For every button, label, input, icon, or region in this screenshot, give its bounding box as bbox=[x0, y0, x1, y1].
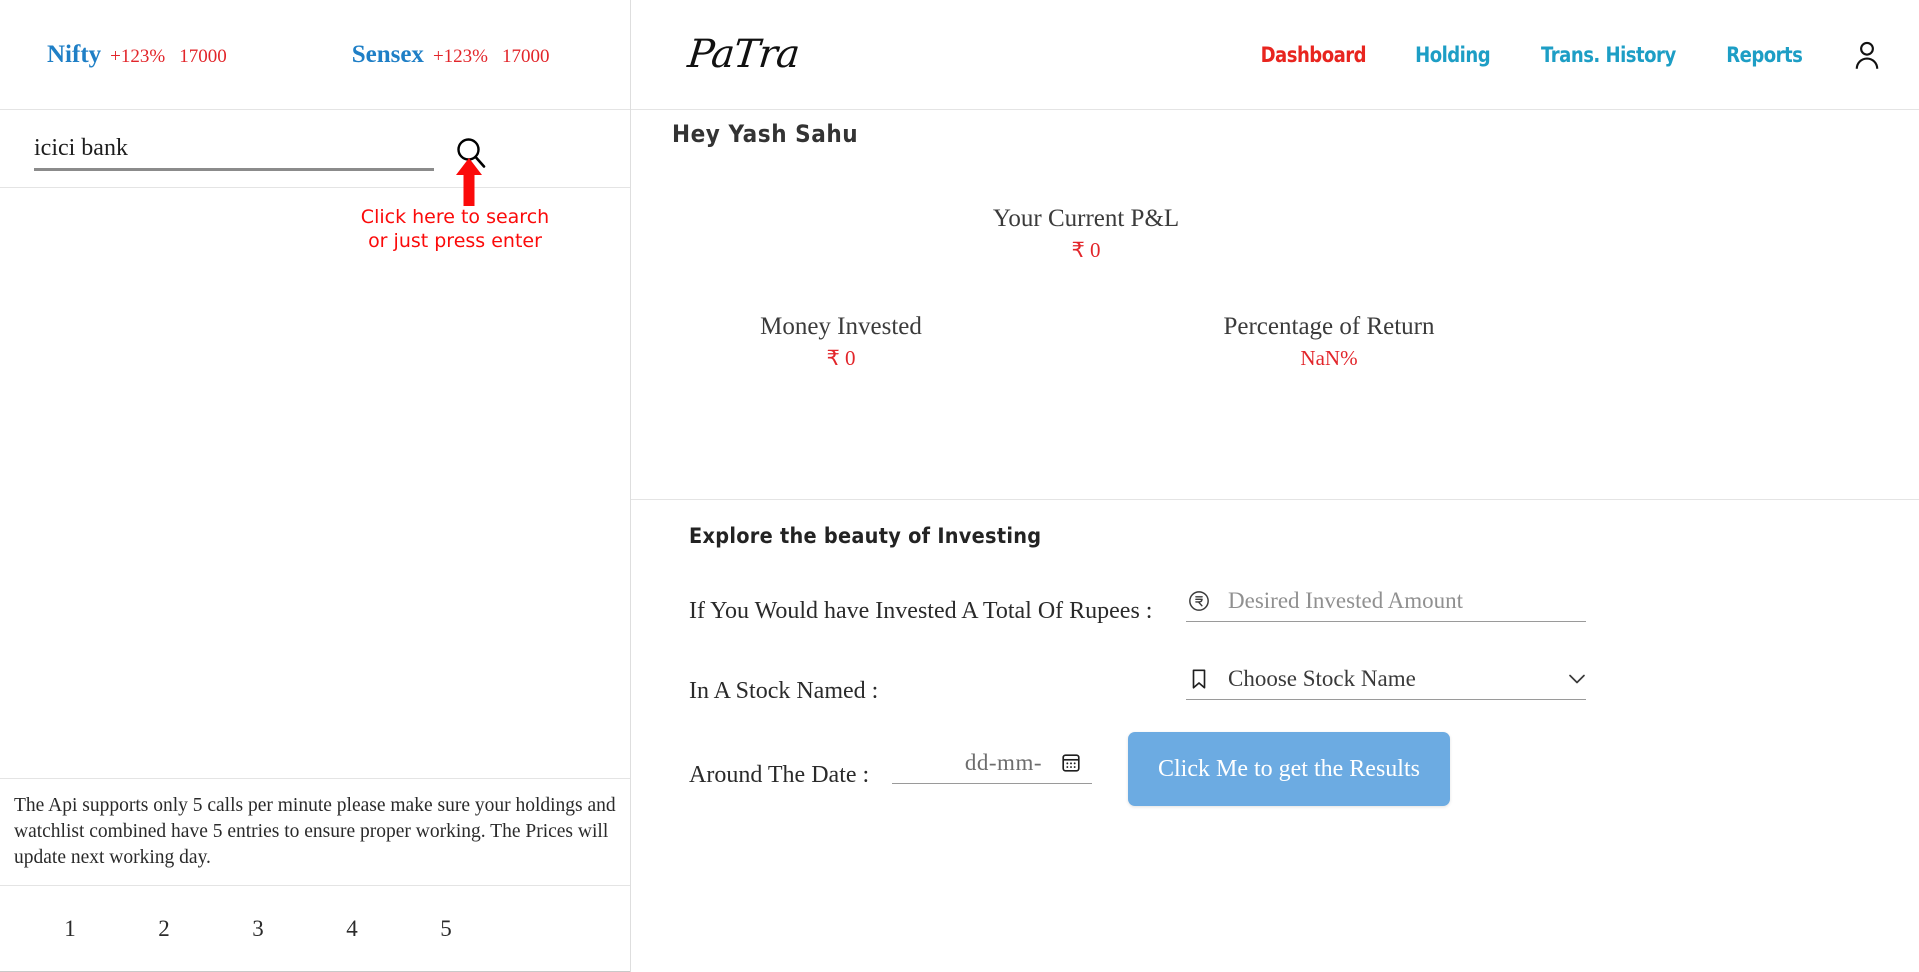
page-button-4[interactable]: 4 bbox=[328, 916, 376, 942]
index-name: Sensex bbox=[351, 40, 424, 68]
watchlist-results-area bbox=[0, 188, 630, 778]
get-results-button[interactable]: Click Me to get the Results bbox=[1128, 732, 1450, 806]
main-content: PaTra Dashboard Holding Trans. History R… bbox=[631, 0, 1919, 972]
nav-link-holding[interactable]: Holding bbox=[1415, 43, 1491, 67]
page-button-1[interactable]: 1 bbox=[46, 916, 94, 942]
explore-title: Explore the beauty of Investing bbox=[689, 524, 1042, 548]
form-row-amount: If You Would have Invested A Total Of Ru… bbox=[689, 588, 1859, 625]
search-button[interactable] bbox=[454, 136, 488, 170]
search-row bbox=[0, 110, 630, 188]
page-button-3[interactable]: 3 bbox=[234, 916, 282, 942]
nav-link-dashboard[interactable]: Dashboard bbox=[1260, 43, 1366, 67]
search-icon bbox=[457, 138, 486, 168]
stat-current-pnl: Your Current P&L ₹ 0 bbox=[906, 205, 1266, 263]
stock-label: In A Stock Named : bbox=[689, 678, 879, 704]
stat-label: Percentage of Return bbox=[1223, 313, 1435, 340]
page-button-2[interactable]: 2 bbox=[140, 916, 188, 942]
greeting-heading: Hey Yash Sahu bbox=[672, 120, 859, 148]
nav-link-reports[interactable]: Reports bbox=[1727, 43, 1804, 67]
index-name: Nifty bbox=[47, 40, 102, 68]
brand-logo[interactable]: PaTra bbox=[686, 32, 801, 77]
nav-link-trans-history[interactable]: Trans. History bbox=[1541, 43, 1676, 67]
index-ticker-sensex: Sensex +123% 17000 bbox=[352, 41, 550, 69]
api-note: The Api supports only 5 calls per minute… bbox=[0, 778, 630, 886]
market-index-bar: Nifty +123% 17000 Sensex +123% 17000 bbox=[0, 0, 630, 110]
left-sidebar: Nifty +123% 17000 Sensex +123% 17000 ici… bbox=[0, 0, 631, 972]
search-input[interactable] bbox=[34, 134, 434, 171]
index-value: 17000 bbox=[501, 45, 550, 67]
stat-percentage-return: Percentage of Return NaN% bbox=[1149, 313, 1509, 371]
nav-links: Dashboard Holding Trans. History Reports bbox=[1252, 37, 1885, 73]
stat-label: Your Current P&L bbox=[992, 205, 1180, 232]
stock-field: Choose Stock Name bbox=[1186, 666, 1586, 700]
app-root: Nifty +123% 17000 Sensex +123% 17000 ici… bbox=[0, 0, 1919, 972]
chevron-down-icon bbox=[1569, 674, 1585, 684]
rupee-circle-icon bbox=[1186, 588, 1212, 614]
stat-value: ₹ 0 bbox=[1071, 238, 1101, 262]
index-ticker-nifty: Nifty +123% 17000 bbox=[47, 41, 227, 69]
pagination: 1 2 3 4 5 bbox=[0, 886, 630, 972]
search-input-wrap bbox=[34, 134, 434, 171]
stock-select[interactable]: Choose Stock Name bbox=[1228, 666, 1586, 692]
amount-label: If You Would have Invested A Total Of Ru… bbox=[689, 598, 1153, 624]
stock-select-value: Choose Stock Name bbox=[1228, 666, 1416, 691]
portfolio-summary: Hey Yash Sahu Your Current P&L ₹ 0 Money… bbox=[631, 110, 1919, 500]
date-placeholder: dd-mm- bbox=[964, 750, 1042, 775]
index-change: +123% bbox=[432, 45, 488, 67]
user-account-button[interactable] bbox=[1849, 37, 1885, 73]
index-change: +123% bbox=[110, 45, 166, 67]
stat-value: ₹ 0 bbox=[826, 346, 856, 370]
date-inner: dd-mm- bbox=[892, 750, 1092, 776]
top-navbar: PaTra Dashboard Holding Trans. History R… bbox=[631, 0, 1919, 110]
calendar-icon[interactable] bbox=[1058, 750, 1084, 776]
stat-label: Money Invested bbox=[760, 313, 922, 340]
amount-input[interactable] bbox=[1228, 588, 1586, 614]
amount-field bbox=[1186, 588, 1586, 622]
page-button-5[interactable]: 5 bbox=[422, 916, 470, 942]
index-value: 17000 bbox=[179, 45, 227, 67]
explore-investing-form: Explore the beauty of Investing If You W… bbox=[631, 500, 1919, 972]
user-icon bbox=[1855, 41, 1879, 69]
stat-money-invested: Money Invested ₹ 0 bbox=[661, 313, 1021, 371]
stat-value: NaN% bbox=[1300, 346, 1358, 370]
bookmark-icon bbox=[1186, 666, 1212, 692]
date-field[interactable]: dd-mm- bbox=[892, 750, 1092, 784]
form-row-stock: In A Stock Named : Choose Stock Name bbox=[689, 666, 1859, 705]
date-label: Around The Date : bbox=[689, 762, 870, 788]
